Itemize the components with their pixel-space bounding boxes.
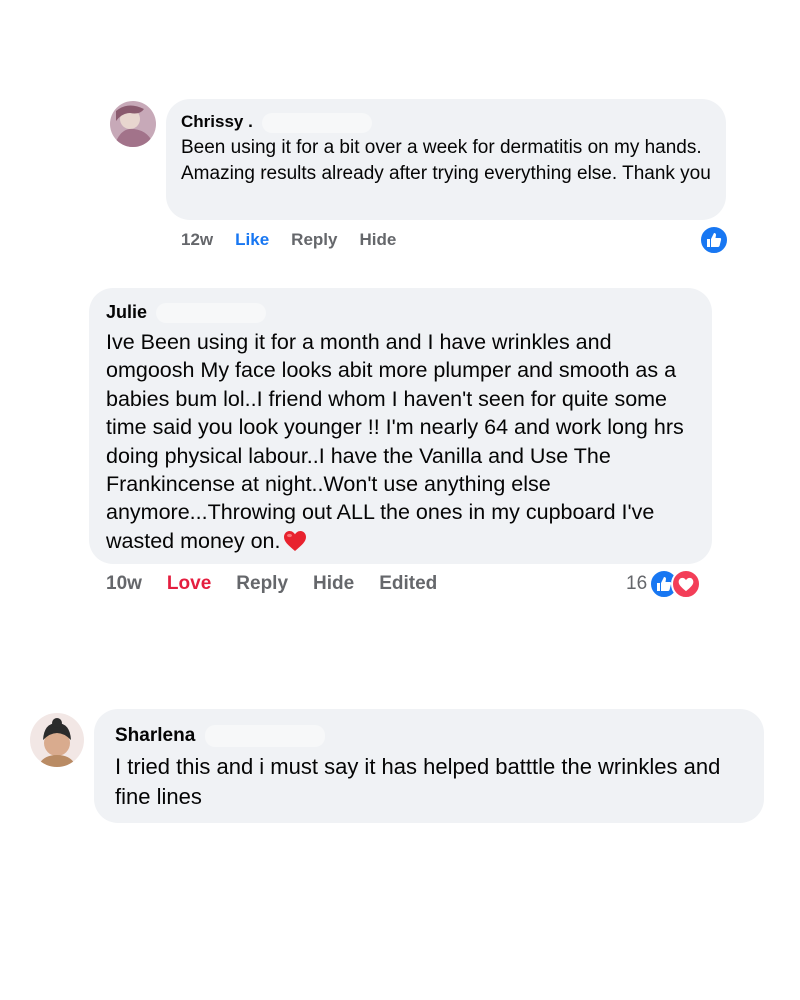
comment-body: Ive Been using it for a month and I have… [106,328,695,559]
comment-author-suffix: . [248,112,253,131]
hide-button[interactable]: Hide [359,230,396,250]
comment-author[interactable]: Julie [106,300,147,324]
edited-label[interactable]: Edited [379,573,437,595]
like-button[interactable]: Like [235,230,269,250]
redacted-name [261,112,372,133]
hide-button[interactable]: Hide [313,573,354,595]
reactions-summary[interactable] [697,225,729,255]
comment-bubble-chrissy: Chrissy . Been using it for a bit over a… [166,99,726,220]
timestamp[interactable]: 10w [106,573,142,595]
reply-button[interactable]: Reply [291,230,337,250]
love-icon [671,569,702,599]
love-button[interactable]: Love [167,573,211,595]
comment-text: Been using it for a bit over a week for … [181,137,711,184]
comment-bubble-sharlena: Sharlena I tried this and i must say it … [94,709,764,823]
comment-bubble-julie: Julie Ive Been using it for a month and … [89,288,712,564]
reply-button[interactable]: Reply [236,573,288,595]
comment-text: Ive Been using it for a month and I have… [106,330,684,553]
comment-author[interactable]: Chrissy [181,111,243,133]
comment-text: I tried this and i must say it has helpe… [115,754,721,809]
redacted-name [156,303,267,324]
comment-actions: 10w Love Reply Hide Edited [106,573,437,595]
heart-emoji-icon [283,530,307,559]
reactions-summary[interactable]: 16 [626,569,702,599]
redacted-name [204,724,325,747]
profile-photo-icon [30,713,84,767]
profile-photo-icon [110,101,156,147]
avatar-chrissy[interactable] [110,101,156,147]
reaction-count: 16 [626,573,648,594]
like-icon [699,225,729,255]
avatar-sharlena[interactable] [30,713,84,767]
comment-author[interactable]: Sharlena [115,724,195,748]
comment-actions: 12w Like Reply Hide [181,230,396,250]
timestamp[interactable]: 12w [181,230,213,250]
